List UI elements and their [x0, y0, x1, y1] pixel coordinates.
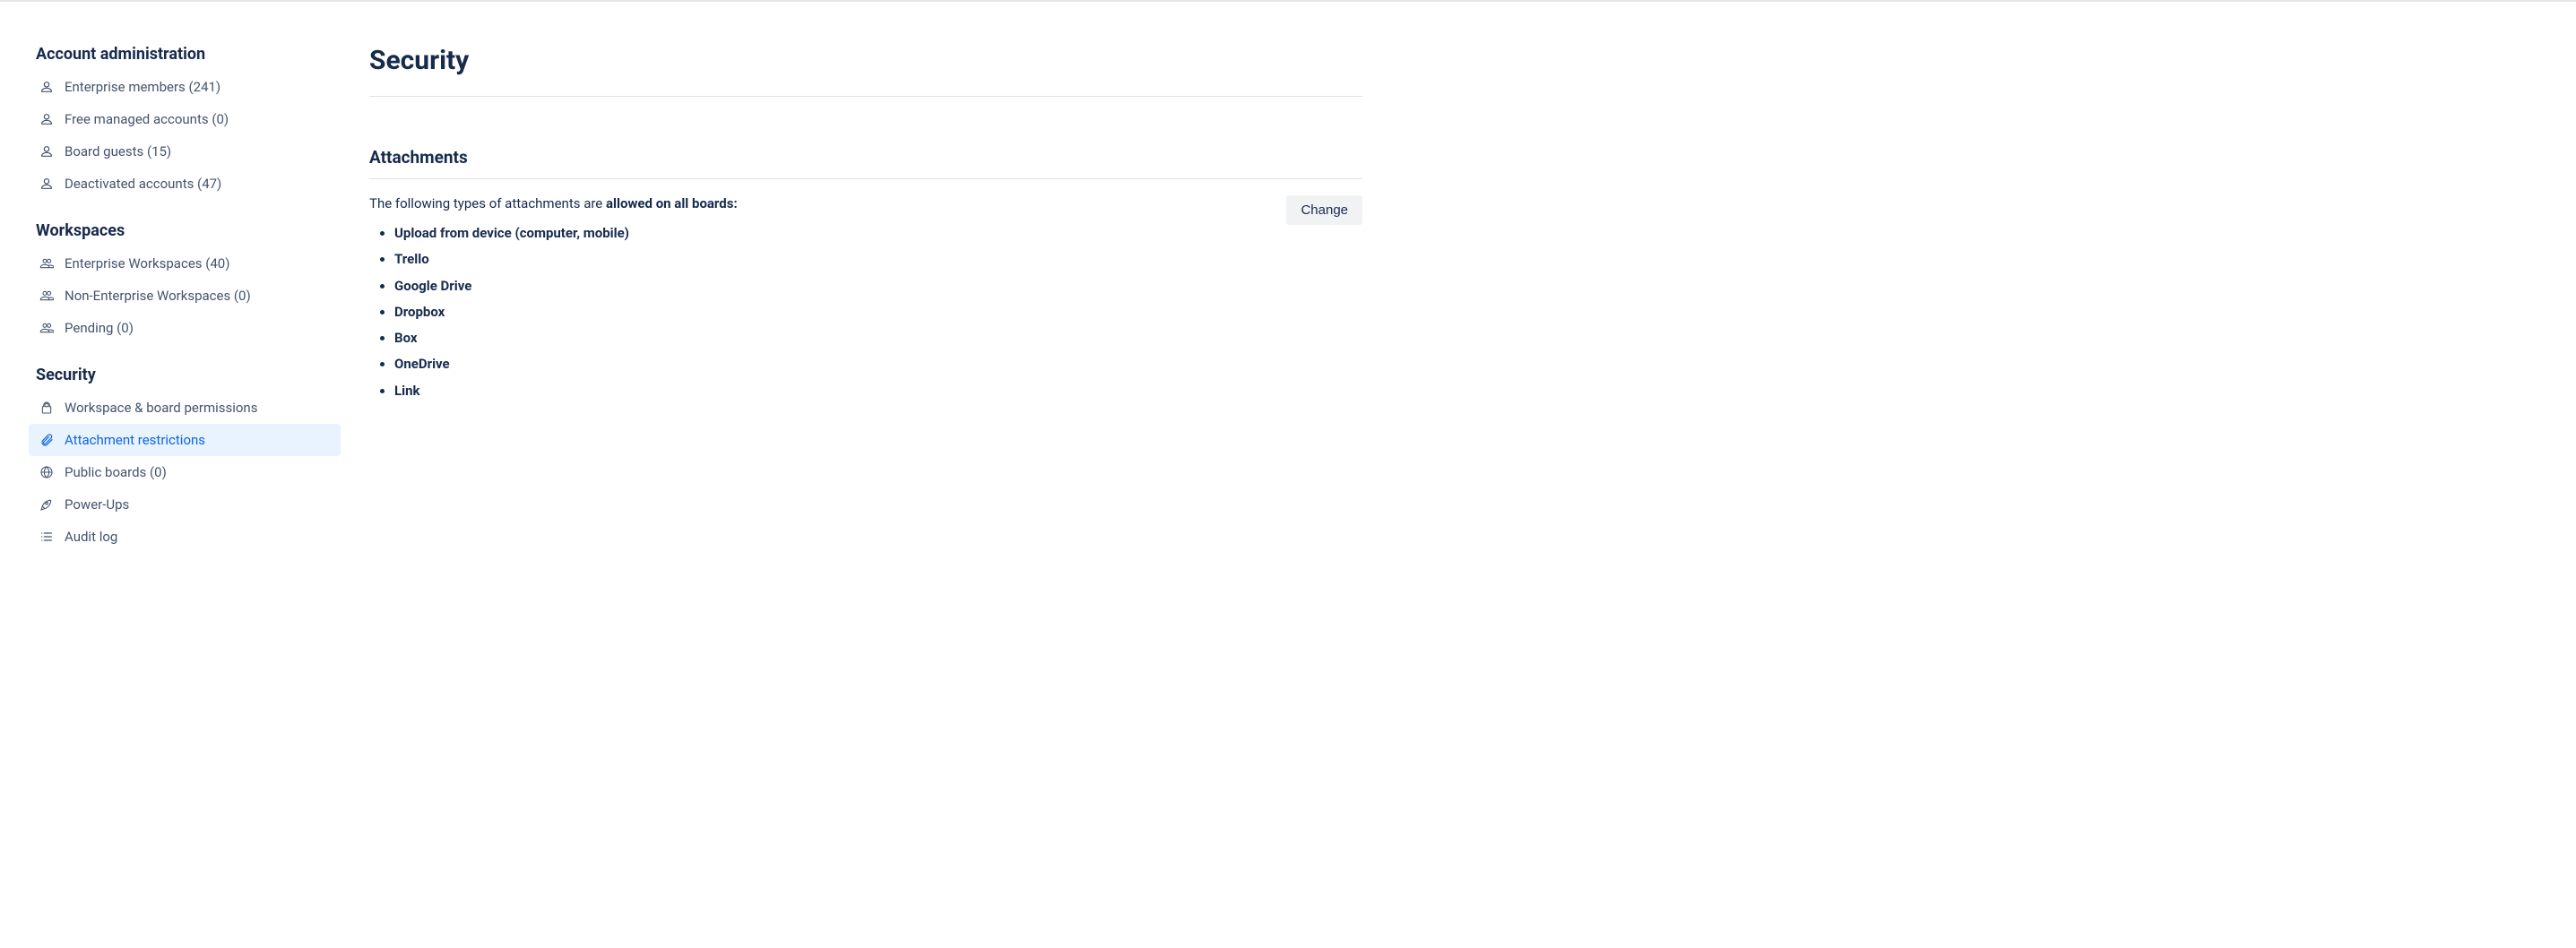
bullet-item: OneDrive	[394, 351, 738, 377]
sidebar-item-label: Power-Ups	[65, 496, 129, 513]
sidebar-item-label: Workspace & board permissions	[65, 400, 257, 416]
bullet-item: Link	[394, 378, 738, 404]
person-icon	[39, 112, 54, 126]
attachments-description-emphasis: allowed on all boards:	[606, 195, 738, 211]
sidebar-item-label: Board guests (15)	[65, 143, 171, 159]
main-content: Security Attachments The following types…	[341, 2, 1398, 948]
sidebar-item-label: Public boards (0)	[65, 464, 167, 480]
people-icon	[39, 321, 54, 335]
section-divider	[369, 178, 1362, 179]
rocket-icon	[39, 497, 54, 512]
sidebar-item-public-boards[interactable]: Public boards (0)	[29, 456, 341, 488]
sidebar-item-power-ups[interactable]: Power-Ups	[29, 488, 341, 521]
sidebar-item-label: Audit log	[65, 529, 117, 545]
sidebar-item-deactivated-accounts[interactable]: Deactivated accounts (47)	[29, 168, 341, 200]
sidebar-item-pending[interactable]: Pending (0)	[29, 312, 341, 344]
paperclip-icon	[39, 433, 54, 447]
bullet-item: Box	[394, 325, 738, 351]
bullet-item: Google Drive	[394, 273, 738, 299]
sidebar-item-label: Non-Enterprise Workspaces (0)	[65, 288, 251, 304]
lock-icon	[39, 401, 54, 415]
people-icon	[39, 289, 54, 303]
attachments-description-prefix: The following types of attachments are	[369, 195, 606, 211]
attachments-description-row: The following types of attachments are a…	[369, 195, 1362, 404]
sidebar-item-free-managed-accounts[interactable]: Free managed accounts (0)	[29, 103, 341, 135]
person-icon	[39, 144, 54, 159]
sidebar-item-label: Deactivated accounts (47)	[65, 176, 221, 192]
sidebar-item-label: Enterprise Workspaces (40)	[65, 255, 229, 271]
sidebar-heading-workspaces: Workspaces	[29, 221, 341, 240]
sidebar-item-audit-log[interactable]: Audit log	[29, 521, 341, 553]
sidebar-item-attachment-restrictions[interactable]: Attachment restrictions	[29, 424, 341, 456]
sidebar-item-label: Pending (0)	[65, 320, 134, 336]
attachments-bullet-list: Upload from device (computer, mobile) Tr…	[369, 220, 738, 404]
list-icon	[39, 530, 54, 544]
bullet-item: Upload from device (computer, mobile)	[394, 220, 738, 246]
page-title: Security	[369, 45, 1362, 76]
sidebar-section-workspaces: Workspaces Enterprise Workspaces (40) No…	[29, 221, 341, 344]
people-icon	[39, 256, 54, 271]
sidebar-heading-account-administration: Account administration	[29, 45, 341, 64]
bullet-item: Dropbox	[394, 299, 738, 325]
sidebar-item-board-guests[interactable]: Board guests (15)	[29, 135, 341, 168]
sidebar-item-label: Enterprise members (241)	[65, 79, 220, 95]
bullet-item: Trello	[394, 246, 738, 272]
sidebar-section-account-administration: Account administration Enterprise member…	[29, 45, 341, 200]
attachments-description: The following types of attachments are a…	[369, 195, 738, 211]
sidebar-item-label: Free managed accounts (0)	[65, 111, 229, 127]
person-icon	[39, 80, 54, 94]
person-icon	[39, 177, 54, 191]
sidebar-item-enterprise-members[interactable]: Enterprise members (241)	[29, 71, 341, 103]
sidebar-item-workspace-board-permissions[interactable]: Workspace & board permissions	[29, 392, 341, 424]
sidebar-item-enterprise-workspaces[interactable]: Enterprise Workspaces (40)	[29, 247, 341, 280]
sidebar-section-security: Security Workspace & board permissions A…	[29, 366, 341, 553]
sidebar-heading-security: Security	[29, 366, 341, 384]
sidebar-item-non-enterprise-workspaces[interactable]: Non-Enterprise Workspaces (0)	[29, 280, 341, 312]
sidebar-item-label: Attachment restrictions	[65, 432, 205, 448]
change-button[interactable]: Change	[1286, 195, 1362, 225]
section-title-attachments: Attachments	[369, 147, 1362, 168]
attachments-description-block: The following types of attachments are a…	[369, 195, 738, 404]
page-title-divider	[369, 96, 1362, 97]
sidebar: Account administration Enterprise member…	[0, 2, 341, 948]
globe-icon	[39, 465, 54, 479]
